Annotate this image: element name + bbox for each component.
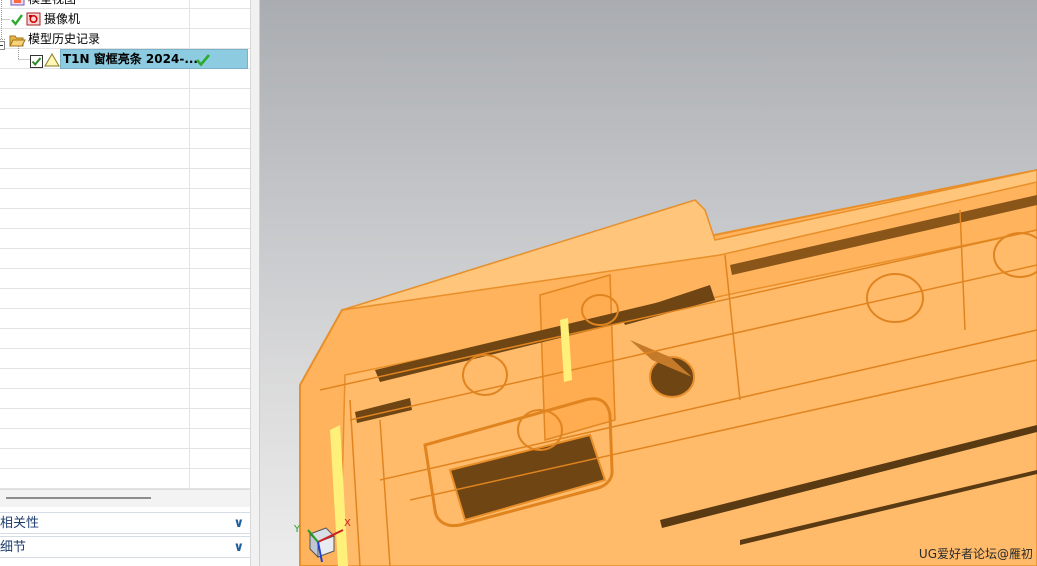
model-render [299, 168, 1037, 566]
tree-row [0, 409, 250, 429]
tree-row [0, 289, 250, 309]
checkmark-icon [10, 12, 24, 31]
tree-item-feature[interactable]: T1N 窗框亮条 2024-... [63, 49, 198, 69]
column-separator[interactable] [189, 0, 190, 490]
tree-row [0, 389, 250, 409]
folder-open-icon [9, 33, 26, 52]
resource-bar-splitter[interactable] [250, 0, 260, 566]
dependencies-panel-header[interactable]: 相关性 ∨ [0, 512, 250, 534]
tree-row [0, 109, 250, 129]
tree-row [0, 469, 250, 489]
horizontal-scrollbar[interactable] [0, 489, 250, 507]
tree-row [0, 309, 250, 329]
tree-row [0, 269, 250, 289]
tree-row [0, 89, 250, 109]
tree-row [0, 69, 250, 89]
tree-row [0, 189, 250, 209]
details-label: 细节 [0, 540, 27, 555]
tree-item-model-history[interactable]: 模型历史记录 [28, 29, 100, 49]
triad-y-label: Y [293, 524, 301, 535]
tree-row [0, 429, 250, 449]
expand-toggle-icon[interactable] [0, 35, 5, 54]
tree-row [0, 149, 250, 169]
triad-x-label: X [344, 518, 351, 529]
tree-row [0, 449, 250, 469]
checkbox-checked[interactable] [30, 53, 43, 72]
details-panel-header[interactable]: 细节 ∨ [0, 536, 250, 558]
tree-row [0, 129, 250, 149]
tree-row [0, 209, 250, 229]
part-navigator: 模型视图 摄像机 模型历史记录 T1N 窗框亮条 2024-... 相关性 ∨ … [0, 0, 250, 566]
tree-row [0, 349, 250, 369]
scrollbar-thumb[interactable] [6, 497, 151, 499]
watermark-text: UG爱好者论坛@雁初 [918, 547, 1033, 561]
chevron-down-icon[interactable]: ∨ [233, 537, 244, 559]
warning-triangle-icon [44, 52, 60, 71]
model-views-icon [10, 0, 26, 11]
tree-row [0, 229, 250, 249]
tree-item-model-views[interactable]: 模型视图 [28, 0, 76, 9]
dependencies-label: 相关性 [0, 516, 40, 531]
model-clip-block [539, 274, 616, 441]
graphics-viewport[interactable]: X Y UG爱好者论坛@雁初 [260, 0, 1037, 566]
tree-row [0, 329, 250, 349]
chevron-down-icon[interactable]: ∨ [233, 513, 244, 535]
tree-item-camera[interactable]: 摄像机 [44, 9, 80, 29]
tree-row [0, 369, 250, 389]
tree-row [0, 249, 250, 269]
up-to-date-check-icon [195, 52, 211, 71]
coordinate-triad-icon: X Y [293, 518, 351, 562]
tree-row [0, 169, 250, 189]
